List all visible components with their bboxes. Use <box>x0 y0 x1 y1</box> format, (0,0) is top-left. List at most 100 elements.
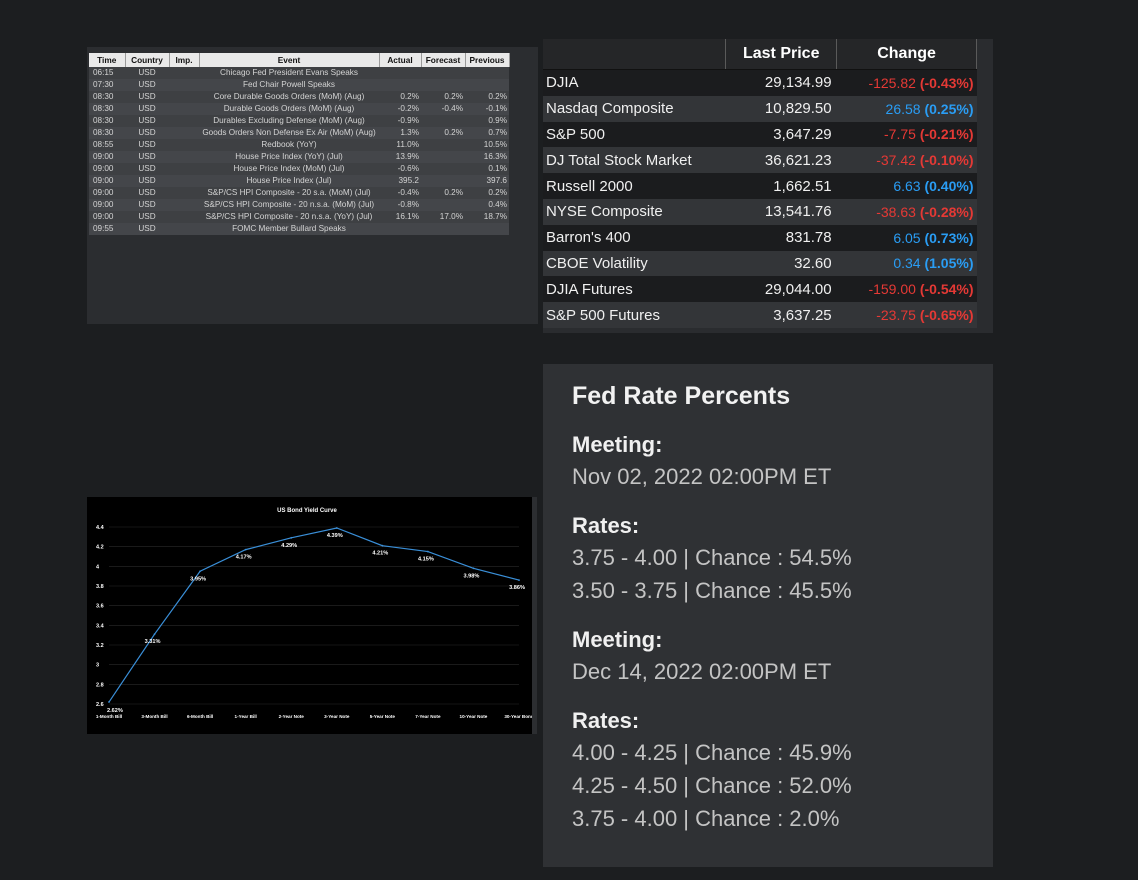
yield-point <box>290 536 293 539</box>
calendar-row[interactable]: 09:00 USD S&P/CS HPI Composite - 20 s.a. (… <box>89 187 509 199</box>
col-header-time[interactable]: Time <box>89 53 126 67</box>
quote-index-name[interactable]: CBOE Volatility <box>543 251 726 277</box>
fed-rate-title: Fed Rate Percents <box>572 382 791 410</box>
calendar-row[interactable]: 09:55 USD FOMC Member Bullard Speaks <box>89 223 509 235</box>
col-header-event[interactable]: Event <box>199 53 380 67</box>
calendar-cell-previous: 0.2% <box>488 92 507 101</box>
calendar-cell-event: House Price Index (MoM) (Jul) <box>233 164 345 173</box>
bond-yield-chart-panel: US Bond Yield Curve 2.6 2.8 3 3.2 3.4 3.6 3.8 4 4… <box>87 497 537 734</box>
quote-row[interactable]: Nasdaq Composite 10,829.50 26.58 (0.25%) <box>543 95 977 122</box>
calendar-row[interactable]: 08:30 USD Goods Orders Non Defense Ex Air … <box>89 127 509 139</box>
calendar-cell-event: S&P/CS HPI Composite - 20 s.a. (MoM) (Ju… <box>207 188 371 197</box>
quote-index-name[interactable]: Nasdaq Composite <box>543 96 726 122</box>
calendar-cell-previous: 18.7% <box>483 212 507 221</box>
calendar-cell-previous <box>465 223 509 235</box>
quote-change-percent: (0.73%) <box>924 229 974 246</box>
calendar-cell-forecast: -0.4% <box>441 104 463 113</box>
calendar-row[interactable]: 09:00 USD House Price Index (YoY) (Jul) 13.… <box>89 151 509 163</box>
calendar-cell-actual: 0.2% <box>400 92 419 101</box>
quote-change-value: -7.75 <box>884 126 916 143</box>
calendar-cell-actual: 1.3% <box>400 128 419 137</box>
calendar-cell-time: 08:30 <box>93 128 114 137</box>
calendar-cell-time: 09:00 <box>93 188 114 197</box>
quote-row[interactable]: S&P 500 3,647.29 -7.75 (-0.21%) <box>543 121 977 148</box>
calendar-cell-importance <box>169 199 199 211</box>
col-header-previous[interactable]: Previous <box>465 53 510 67</box>
quote-change: 26.58 (0.25%) <box>837 96 977 122</box>
calendar-row[interactable]: 08:55 USD Redbook (YoY) 11.0% 10.5% <box>89 139 509 151</box>
calendar-cell-forecast <box>421 139 465 151</box>
calendar-row[interactable]: 07:30 USD Fed Chair Powell Speaks <box>89 79 509 91</box>
quote-change-value: -125.82 <box>868 74 916 91</box>
calendar-row[interactable]: 09:00 USD House Price Index (MoM) (Jul) -0.… <box>89 163 509 175</box>
calendar-row[interactable]: 09:00 USD House Price Index (Jul) 395.2 397.… <box>89 175 509 187</box>
calendar-cell-previous: 0.4% <box>488 200 507 209</box>
calendar-cell-time: 09:55 <box>93 224 114 233</box>
calendar-cell-forecast <box>421 115 465 127</box>
calendar-cell-event: House Price Index (YoY) (Jul) <box>235 152 343 161</box>
quote-change-value: 6.63 <box>893 178 921 195</box>
col-header-country[interactable]: Country <box>125 53 170 67</box>
quotes-header-row: Last Price Change <box>543 39 977 70</box>
quote-last-price: 3,647.29 <box>773 125 832 143</box>
calendar-cell-country: USD <box>138 152 156 161</box>
quote-row[interactable]: Russell 2000 1,662.51 6.63 (0.40%) <box>543 173 977 199</box>
quote-index-name[interactable]: S&P 500 Futures <box>543 302 726 328</box>
quote-row[interactable]: NYSE Composite 13,541.76 -38.63 (-0.28%) <box>543 198 977 225</box>
quote-index-name[interactable]: DJIA <box>543 70 726 96</box>
x-tick-label: 3-Month Bill <box>141 714 167 719</box>
calendar-cell-actual: -0.8% <box>397 200 419 209</box>
calendar-cell-event: Core Durable Goods Orders (MoM) (Aug) <box>213 92 365 101</box>
calendar-row[interactable]: 08:30 USD Durable Goods Orders (MoM) (Aug)… <box>89 103 509 115</box>
calendar-cell-country: USD <box>138 104 156 113</box>
calendar-row[interactable]: 08:30 USD Core Durable Goods Orders (MoM) … <box>89 91 509 103</box>
calendar-cell-country: USD <box>138 68 156 77</box>
col-header-change[interactable]: Change <box>836 39 977 70</box>
rate-probability: 4.25 - 4.50 | Chance : 52.0% <box>572 773 852 798</box>
calendar-row[interactable]: 06:15 USD Chicago Fed President Evans Spea… <box>89 67 509 79</box>
calendar-cell-country: USD <box>138 188 156 197</box>
calendar-cell-previous <box>465 67 509 79</box>
calendar-cell-previous: 0.1% <box>488 164 507 173</box>
rates-label: Rates: <box>572 513 640 538</box>
quote-change-percent: (-0.21%) <box>919 126 974 143</box>
calendar-cell-country: USD <box>138 92 156 101</box>
quote-last-price: 3,637.25 <box>773 306 832 324</box>
quote-index-name[interactable]: NYSE Composite <box>543 199 726 225</box>
chart-panel-edge <box>532 497 537 734</box>
calendar-row[interactable]: 08:30 USD Durables Excluding Defense (MoM)… <box>89 115 509 127</box>
quote-last-price: 32.60 <box>794 254 832 272</box>
quote-index-name[interactable]: DJ Total Stock Market <box>543 147 726 173</box>
x-tick-label: 6-Month Bill <box>187 714 213 719</box>
calendar-row[interactable]: 09:00 USD S&P/CS HPI Composite - 20 n.s.a.… <box>89 199 509 211</box>
data-label: 4.17% <box>236 555 252 561</box>
col-header-importance[interactable]: Imp. <box>169 53 200 67</box>
quote-index-name[interactable]: Russell 2000 <box>543 173 726 199</box>
x-tick-label: 1-Year Bill <box>235 714 257 719</box>
quote-change-percent: (0.25%) <box>924 100 974 117</box>
quote-index-name[interactable]: Barron's 400 <box>543 225 726 251</box>
quote-row[interactable]: DJIA Futures 29,044.00 -159.00 (-0.54%) <box>543 276 977 303</box>
calendar-cell-event: Durables Excluding Defense (MoM) (Aug) <box>213 116 365 125</box>
calendar-cell-time: 08:30 <box>93 104 114 113</box>
quote-row[interactable]: DJIA 29,134.99 -125.82 (-0.43%) <box>543 69 977 96</box>
quote-index-name[interactable]: S&P 500 <box>543 122 726 148</box>
col-header-actual[interactable]: Actual <box>379 53 422 67</box>
quote-change-value: 26.58 <box>885 100 921 117</box>
quote-row[interactable]: Barron's 400 831.78 6.05 (0.73%) <box>543 224 977 251</box>
col-header-last-price[interactable]: Last Price <box>725 39 838 70</box>
calendar-cell-previous: -0.1% <box>485 104 507 113</box>
quote-index-name[interactable]: DJIA Futures <box>543 276 726 302</box>
bond-yield-chart: US Bond Yield Curve 2.6 2.8 3 3.2 3.4 3.6 3.8 4 4… <box>96 508 534 719</box>
quote-change: 6.63 (0.40%) <box>837 173 977 199</box>
quote-change-value: -38.63 <box>876 203 916 220</box>
yield-point <box>472 567 475 570</box>
calendar-cell-importance <box>169 103 199 115</box>
calendar-row[interactable]: 09:00 USD S&P/CS HPI Composite - 20 n.s.a.… <box>89 211 509 223</box>
quote-row[interactable]: CBOE Volatility 32.60 0.34 (1.05%) <box>543 250 977 277</box>
col-header-forecast[interactable]: Forecast <box>421 53 466 67</box>
quote-last-price: 36,621.23 <box>764 151 832 169</box>
y-tick-label: 3 <box>96 663 99 669</box>
quote-row[interactable]: DJ Total Stock Market 36,621.23 -37.42 (-0… <box>543 147 977 174</box>
quote-row[interactable]: S&P 500 Futures 3,637.25 -23.75 (-0.65%) <box>543 302 977 328</box>
